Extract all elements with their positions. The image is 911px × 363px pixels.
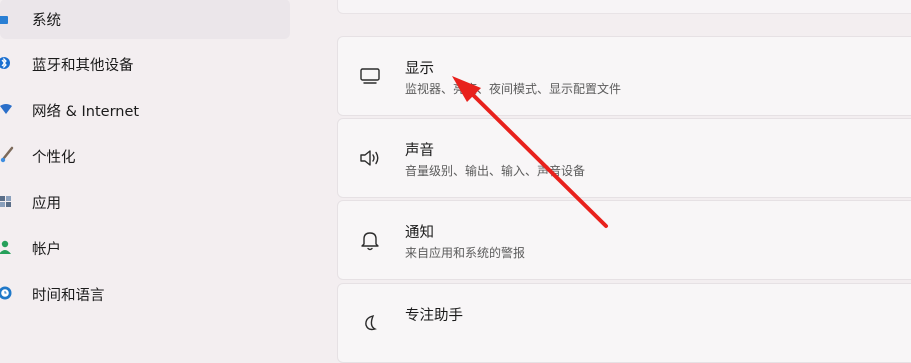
bluetooth-icon xyxy=(0,54,18,72)
bell-icon xyxy=(358,228,382,252)
sidebar-item-label: 系统 xyxy=(32,12,61,29)
speaker-icon xyxy=(358,146,382,170)
sidebar-item-personalization[interactable]: 个性化 xyxy=(0,136,290,176)
sidebar-item-label: 时间和语言 xyxy=(32,287,105,304)
sidebar-item-label: 帐户 xyxy=(32,241,61,258)
sidebar-item-accounts[interactable]: 帐户 xyxy=(0,228,290,268)
brush-icon xyxy=(0,146,18,164)
settings-list: 显示 监视器、亮度、夜间模式、显示配置文件 声音 音量级别、输出、输入、声音设备… xyxy=(337,0,911,363)
notifications-card[interactable]: 通知 来自应用和系统的警报 xyxy=(337,200,911,280)
sidebar-item-apps[interactable]: 应用 xyxy=(0,182,290,222)
card-title: 声音 xyxy=(405,143,434,159)
sound-card[interactable]: 声音 音量级别、输出、输入、声音设备 xyxy=(337,118,911,198)
sidebar-item-label: 应用 xyxy=(32,195,61,212)
sidebar-item-network[interactable]: 网络 & Internet xyxy=(0,90,290,130)
sidebar-item-label: 个性化 xyxy=(32,149,76,166)
display-card[interactable]: 显示 监视器、亮度、夜间模式、显示配置文件 xyxy=(337,36,911,116)
globe-clock-icon xyxy=(0,284,18,302)
sidebar-item-system[interactable]: 系统 xyxy=(0,0,290,39)
monitor-icon xyxy=(0,9,18,27)
sidebar-item-label: 蓝牙和其他设备 xyxy=(32,57,134,74)
card-title: 显示 xyxy=(405,61,434,77)
sidebar-item-bluetooth[interactable]: 蓝牙和其他设备 xyxy=(0,44,290,84)
card-description: 音量级别、输出、输入、声音设备 xyxy=(405,164,586,178)
sidebar-item-time-language[interactable]: 时间和语言 xyxy=(0,274,290,314)
person-icon xyxy=(0,238,18,256)
focus-assist-card[interactable]: 专注助手 xyxy=(337,283,911,363)
card-description: 监视器、亮度、夜间模式、显示配置文件 xyxy=(405,82,622,96)
apps-icon xyxy=(0,192,18,210)
sidebar-item-label: 网络 & Internet xyxy=(32,103,140,120)
card-title: 通知 xyxy=(405,225,434,241)
card-description: 来自应用和系统的警报 xyxy=(405,246,526,260)
display-icon xyxy=(358,64,382,88)
wifi-icon xyxy=(0,100,18,118)
sidebar: 系统 蓝牙和其他设备 网络 & Internet 个性化 应用 帐户 时间和语言 xyxy=(0,0,300,315)
previous-card[interactable] xyxy=(337,0,911,14)
